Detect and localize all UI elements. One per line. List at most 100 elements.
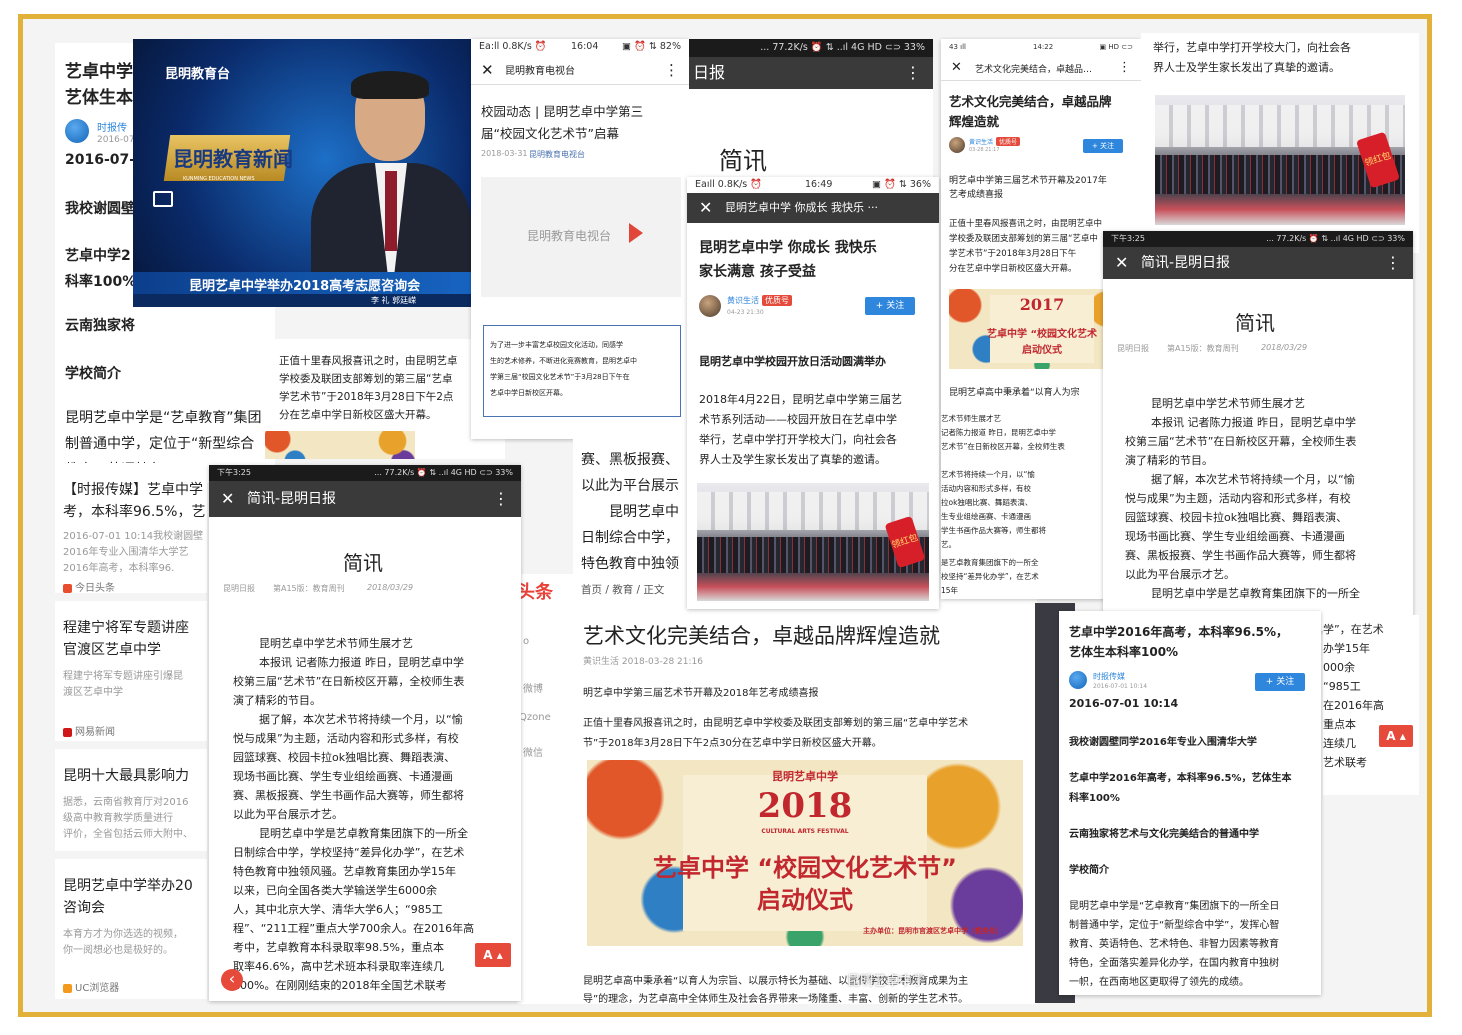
more-icon[interactable]: ⋮ [493, 481, 509, 517]
list-item[interactable]: 昆明十大最具影响力 据悉，云南省教育厅对2016 级高中教育教学质量进行 评价，… [55, 749, 207, 851]
news-list: 【时报传媒】艺卓中学 考，本科率96.5%，艺 2016-07-01 10:14… [55, 463, 207, 1003]
daily-screenshot-right: 下午3:25 ... 77.2K/s ⏰ ⇅ ..ıl 4G HD ⊂⊃ 33%… [1103, 231, 1413, 631]
author-name: 时报传 [97, 123, 127, 134]
list-item-title: 昆明十大最具影响力 [63, 768, 189, 784]
article-date: 2016-07-01 10:14 [1069, 697, 1179, 710]
article-title-line2: 辉煌造就 [949, 114, 1000, 129]
status-bar: Ea:ll 0.8K/s ⏰ 16:04 ▣ ⏰ ⇅ 82% [471, 39, 689, 55]
quote-line: 艺卓中学日新校区开幕。 [490, 389, 567, 397]
close-icon[interactable]: ✕ [481, 55, 494, 85]
article-paragraph: 界人士及学生家长发出了真挚的邀请。 [699, 453, 886, 466]
article-paragraph: 艺术节师生展才艺 [941, 414, 1001, 423]
poster-organizer: 主办单位：昆明市官渡区艺卓中学（教务处） [863, 927, 1003, 935]
daily-paragraph: 赛、黑板报赛、学生书画作品大赛等，师生都将 [1125, 549, 1356, 562]
daily-paragraph: 校第三届“艺术节”在日新校区开幕，全校师生表 [233, 675, 465, 688]
follow-button[interactable]: + 关注 [1255, 673, 1305, 691]
list-item[interactable]: 昆明艺卓中学举办20 咨询会 本育方才为你选选的视频， 你一阅想必也是极好的。 … [55, 859, 207, 999]
article-paragraph: 正值十里春风报喜讯之时，由昆明艺卓 [279, 355, 458, 367]
status-right: ▣ ⏰ ⇅ 82% [622, 41, 681, 52]
uc-browser-icon [63, 983, 72, 993]
article-meta: 黄识生活 2018-03-28 21:16 [583, 657, 703, 667]
list-item-source: 网易新闻 [63, 723, 115, 738]
more-icon[interactable]: ⋮ [1385, 247, 1401, 279]
article-paragraph: 以此为平台展示 [581, 478, 679, 494]
more-icon[interactable]: ⋮ [664, 55, 679, 85]
status-right: ... 77.2K/s ⏰ ⇅ ..ıl 4G HD ⊂⊃ 33% [760, 42, 925, 53]
article-paragraph: 学生书画作品大赛等，师生都将 [941, 526, 1046, 535]
author-date: 2016-07 [97, 135, 135, 145]
source-label: UC浏览器 [75, 983, 120, 994]
daily-paragraph: 考中，艺卓教育本科录取率98.5%，重点本 [233, 941, 444, 954]
daily-paragraph: 悦与成果”为主题，活动内容和形式多样，有校 [1125, 492, 1351, 505]
close-icon[interactable]: ✕ [221, 481, 234, 517]
daily-paragraph: 程”、“211工程”重点大学700余人。在2016年高 [233, 922, 475, 935]
article-paragraph: 拉ok独唱比赛、舞蹈表演、 [941, 498, 1033, 507]
tv-logo-sub: KUNMING EDUCATION NEWS [183, 176, 255, 182]
share-weibo[interactable]: 微博 [523, 680, 543, 695]
article-paragraph: 学校委及联团支部筹划的第三届“艺卓中 [949, 234, 1098, 244]
share-label[interactable]: o [523, 636, 529, 647]
image-caption: 导”的理念，为艺卓高中全体师生及社会各界带来一场隆重、丰富、创新的学生艺术节。 [583, 994, 969, 1004]
article-heading: 我校谢圆壁同学2016年专业入围清华大学 [1069, 737, 1257, 748]
article-heading: 昆明艺卓中学校园开放日活动圆满举办 [699, 355, 886, 368]
author-avatar [65, 119, 89, 143]
close-icon[interactable]: ✕ [1115, 247, 1128, 279]
author-date: 2016-07-01 10:14 [1093, 683, 1148, 690]
poster-thumb [265, 431, 415, 459]
article-paragraph: 艺。 [941, 540, 956, 549]
more-icon[interactable]: ⋮ [1118, 55, 1131, 81]
article-title-line1: 艺术文化完美结合，卓越品牌 [949, 94, 1112, 109]
status-right: ... 77.2K/s ⏰ ⇅ ..ıl 4G HD ⊂⊃ 33% [374, 468, 513, 477]
article-paragraph: 教育、英语特色、艺术特色、非智力因素等教育 [1069, 939, 1279, 950]
font-size-button[interactable]: A ▴ [1379, 725, 1413, 747]
quote-line: 学第三届“校园文化艺术节”于3月28日下午在 [490, 373, 630, 381]
follow-button[interactable]: + 关注 [1083, 139, 1123, 153]
follow-button[interactable]: + 关注 [865, 297, 915, 315]
article-heading: 艺卓中学2016年高考，本科率96.5%，艺体生本 [1069, 773, 1292, 784]
article-paragraph: 活动内容和形式多样，有校 [941, 484, 1031, 493]
poster-line1: 艺卓中学 “校园文化艺术节” [653, 854, 957, 882]
daily-paragraph: 演了精彩的节目。 [233, 694, 321, 707]
status-time: 16:04 [571, 41, 599, 52]
share-wechat[interactable]: 微信 [523, 744, 543, 759]
font-size-button[interactable]: A ▴ [475, 943, 511, 967]
breadcrumb[interactable]: 首页 / 教育 / 正文 [581, 582, 664, 597]
article-paragraph: 艺术节将持续一个月，以“愉 [941, 470, 1035, 479]
list-item-title: 程建宁将军专题讲座 [63, 620, 189, 636]
article-heading: 我校谢圆壁 [65, 201, 135, 217]
article-heading: 学校简介 [65, 366, 121, 382]
daily-topbar: ✕ 简讯-昆明日报 ⋮ [1103, 247, 1413, 279]
list-item[interactable]: 【时报传媒】艺卓中学 考，本科率96.5%，艺 2016-07-01 10:14… [55, 463, 207, 593]
list-item-desc: 2016年专业入围清华大学艺 [63, 547, 189, 558]
status-left: Eaıll 0.8K/s ⏰ [695, 179, 763, 190]
daily-screenshot-left: 下午3:25 ... 77.2K/s ⏰ ⇅ ..ıl 4G HD ⊂⊃ 33%… [209, 465, 521, 1001]
status-right: ▣ HD ⊂⊃ [1099, 43, 1133, 51]
close-icon[interactable]: ✕ [699, 193, 712, 223]
share-qzone[interactable]: Qzone [519, 712, 551, 723]
daily-paragraph: 以此为平台展示才艺。 [1125, 568, 1235, 581]
watermark: 昆明艺卓中学 [847, 974, 926, 989]
list-item-title: 【时报传媒】艺卓中学 [63, 482, 203, 498]
article-paragraph: 000余 [1323, 661, 1355, 674]
list-item-desc: 据悉，云南省教育厅对2016 [63, 797, 189, 808]
video-placeholder[interactable]: 昆明教育电视台 [481, 177, 681, 297]
list-item-desc: 评价，全省包括云师大附中、 [63, 829, 193, 840]
list-item-title: 咨询会 [63, 900, 105, 916]
article-title-line1: 昆明艺卓中学 你成长 我快乐 [699, 240, 877, 256]
article-paragraph: 特色教育中独领 [581, 556, 679, 572]
close-icon[interactable]: ✕ [951, 55, 962, 81]
list-item-desc: 级高中教育教学质量进行 [63, 813, 173, 824]
author-name-text: 黄识生活 [727, 296, 759, 305]
more-icon[interactable]: ⋮ [905, 57, 921, 89]
list-item-desc: 渡区艺卓中学 [63, 687, 123, 698]
article-source[interactable]: 昆明教育电视台 [529, 149, 585, 160]
article-paragraph: 艺术节”在日新校区开幕，全校师生表 [941, 442, 1065, 451]
article-open-day-right: 举行，艺卓中学打开学校大门，向社会各 界人士及学生家长发出了真挚的邀请。 领红包 [1141, 33, 1419, 253]
author-avatar [699, 295, 721, 317]
author-name-text: 黄识生活 [969, 139, 994, 146]
crowd-photo: 领红包 [1155, 95, 1405, 225]
list-item-title: 昆明艺卓中学举办20 [63, 878, 193, 894]
back-button[interactable]: ‹ [221, 969, 243, 991]
author-name: 时报传媒 [1093, 672, 1125, 681]
list-item[interactable]: 程建宁将军专题讲座 官渡区艺卓中学 程建宁将军专题讲座引爆昆 渡区艺卓中学 网易… [55, 601, 207, 741]
